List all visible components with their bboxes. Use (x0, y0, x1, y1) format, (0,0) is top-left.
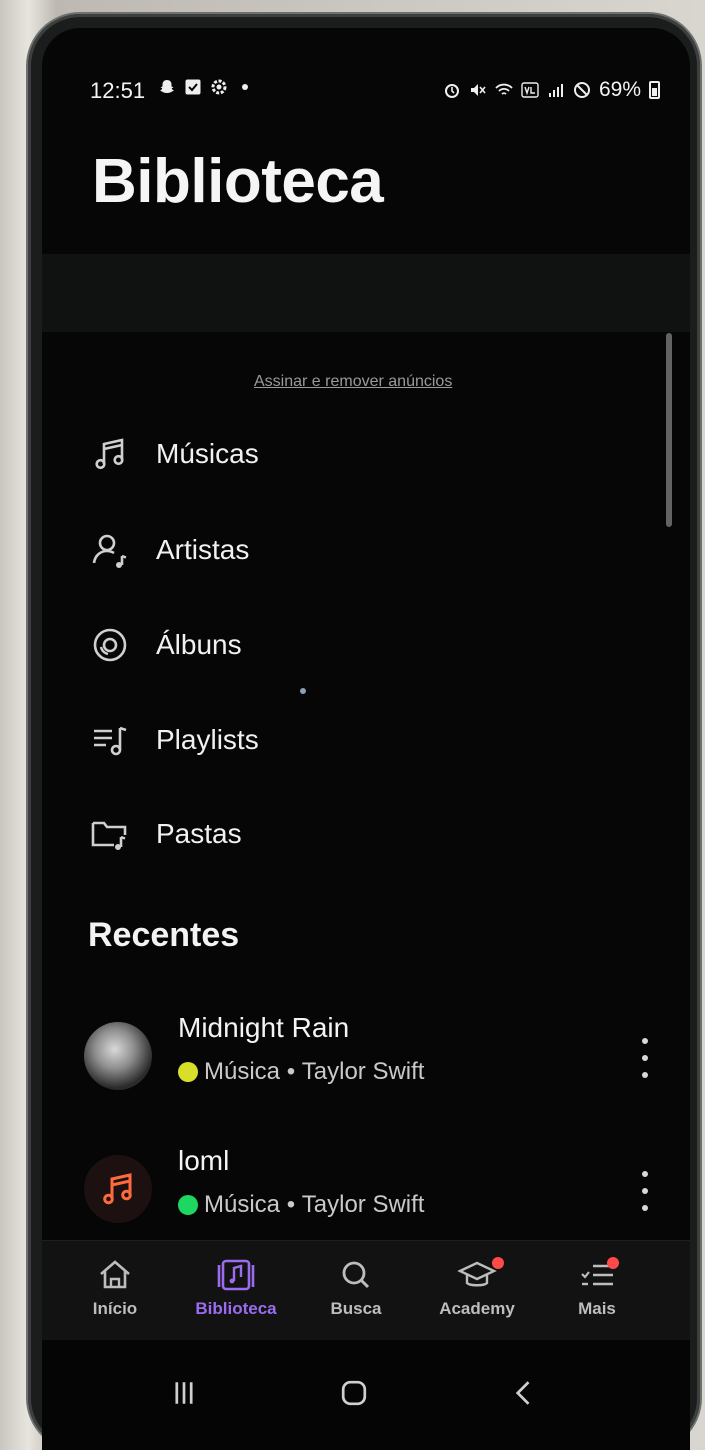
graduation-cap-icon (457, 1261, 497, 1287)
source-icon (178, 1062, 198, 1082)
recent-item-title: Midnight Rain (178, 1012, 350, 1043)
spotify-icon (178, 1195, 198, 1215)
library-item-pastas[interactable]: Pastas (90, 804, 610, 864)
wifi-icon (495, 81, 513, 99)
notification-badge (492, 1257, 504, 1269)
library-item-artistas[interactable]: Artistas (90, 520, 610, 580)
separator-dot: • (280, 1058, 302, 1085)
bottom-nav: Início Biblioteca Busca Academy Mais (42, 1240, 690, 1340)
recent-apps-button[interactable] (154, 1368, 214, 1418)
page-title: Biblioteca (92, 147, 384, 216)
home-icon (100, 1260, 130, 1289)
nav-inicio[interactable]: Início (60, 1255, 170, 1319)
battery-icon (649, 81, 660, 99)
alarm-icon (443, 81, 461, 99)
settings-icon (210, 78, 228, 96)
recent-item-artist: Taylor Swift (301, 1058, 425, 1085)
library-item-label: Álbuns (156, 629, 242, 660)
recent-item-title: loml (178, 1145, 230, 1176)
nav-biblioteca[interactable]: Biblioteca (181, 1255, 291, 1319)
status-left-icons (158, 78, 254, 96)
library-icon (217, 1259, 255, 1291)
back-button[interactable] (494, 1368, 554, 1418)
system-nav-bar (42, 1340, 690, 1450)
album-art-thumbnail (84, 1022, 152, 1090)
library-item-musicas[interactable]: Músicas (90, 424, 610, 484)
search-icon (342, 1261, 370, 1289)
notification-badge (607, 1257, 619, 1269)
music-note-icon (95, 438, 124, 470)
volte-icon (521, 81, 539, 99)
separator-dot: • (280, 1191, 302, 1218)
library-item-albuns[interactable]: Álbuns (90, 615, 610, 675)
status-bar: 12:51 69% (42, 28, 690, 103)
recent-item-type: Música (204, 1058, 281, 1085)
signal-icon (547, 81, 565, 99)
recent-section-title: Recentes (88, 916, 240, 954)
library-item-label: Pastas (156, 818, 242, 849)
recent-apps-icon (175, 1382, 193, 1404)
more-options-icon[interactable] (633, 1171, 657, 1211)
recent-item[interactable]: Midnight Rain Música • Taylor Swift (82, 1012, 648, 1102)
nav-label: Início (92, 1299, 138, 1318)
recent-item-subtitle: Música • Taylor Swift (178, 1191, 424, 1219)
remove-ads-link[interactable]: Assinar e remover anúncios (254, 373, 452, 391)
music-note-thumbnail-icon (84, 1155, 152, 1223)
loading-indicator (300, 688, 306, 694)
nav-label: Busca (330, 1299, 382, 1318)
album-icon (93, 628, 127, 662)
recent-item-type: Música (204, 1191, 281, 1218)
home-circle-icon (341, 1380, 367, 1406)
status-right: 69% (443, 78, 660, 102)
nav-label: Biblioteca (195, 1299, 277, 1318)
library-item-playlists[interactable]: Playlists (90, 710, 610, 770)
scrollbar[interactable] (666, 333, 672, 527)
recent-item-subtitle: Música • Taylor Swift (178, 1058, 424, 1086)
recent-item[interactable]: loml Música • Taylor Swift (82, 1145, 648, 1235)
recent-item-artist: Taylor Swift (301, 1191, 425, 1218)
mute-icon (469, 81, 487, 99)
snapchat-icon (158, 78, 176, 96)
dot-icon (236, 78, 254, 96)
artist-icon (92, 534, 127, 568)
library-item-label: Músicas (156, 438, 259, 469)
nav-academy[interactable]: Academy (422, 1255, 532, 1319)
more-options-icon[interactable] (633, 1038, 657, 1078)
dnd-icon (573, 81, 591, 99)
screen: 12:51 69% Biblioteca Assinar e remover a… (42, 28, 690, 1450)
status-time: 12:51 (90, 78, 146, 103)
nav-mais[interactable]: Mais (542, 1255, 652, 1319)
playlist-icon (94, 726, 127, 756)
nav-label: Academy (439, 1299, 515, 1318)
checkbox-icon (184, 78, 202, 96)
back-icon (515, 1381, 530, 1405)
library-item-label: Artistas (156, 534, 250, 565)
ad-banner[interactable] (42, 254, 690, 332)
nav-label: Mais (578, 1299, 616, 1318)
battery-percent: 69% (598, 78, 641, 101)
folder-music-icon (91, 821, 127, 850)
home-button[interactable] (324, 1368, 384, 1418)
library-item-label: Playlists (156, 724, 259, 755)
nav-busca[interactable]: Busca (301, 1255, 411, 1319)
